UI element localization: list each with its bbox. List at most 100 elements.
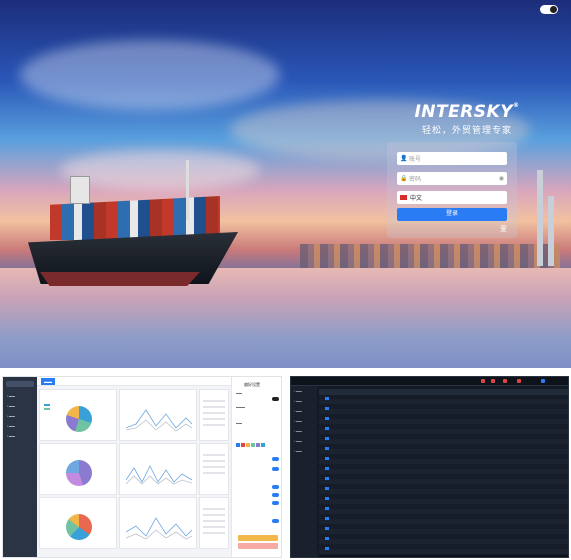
login-button[interactable]: 登录: [397, 208, 507, 221]
alert-badge: [503, 379, 507, 383]
drawer-primary-button: [238, 535, 278, 541]
list-row: [203, 532, 225, 534]
list-row: [203, 412, 225, 414]
login-form: 👤 账号 🔒 密码 ◉ 中文 登录: [387, 142, 517, 238]
legend-marker: [44, 404, 50, 406]
sky-cloud: [60, 150, 260, 190]
list-row: [203, 466, 225, 468]
page-root: INTERSKY® 轻松，外贸管理专家 👤 账号 🔒 密码 ◉ 中文 登录 爱: [0, 0, 571, 560]
brand-logo: INTERSKY®: [414, 102, 520, 122]
list-card: [199, 389, 229, 441]
sky-cloud: [20, 40, 280, 110]
side-label: 爱: [500, 226, 507, 233]
color-swatches: [236, 443, 265, 447]
ship-mast: [186, 160, 189, 220]
swatch: [261, 443, 265, 447]
list-row: [203, 454, 225, 456]
legend-marker: [44, 408, 50, 410]
list-card: [199, 497, 229, 549]
drawer-toggle: [272, 397, 279, 401]
list-row: [203, 520, 225, 522]
language-value: 中文: [410, 196, 423, 202]
line-card: [119, 497, 197, 549]
ship-hull-waterline: [40, 272, 200, 286]
sidebar-item: ▪ ▬▬: [294, 409, 302, 413]
sidebar-item: ▪ ▬▬: [7, 424, 15, 428]
login-hero: INTERSKY® 轻松，外贸管理专家 👤 账号 🔒 密码 ◉ 中文 登录 爱: [0, 0, 571, 368]
swatch: [246, 443, 250, 447]
sidebar-item: ▪ ▬▬: [294, 429, 302, 433]
line-chart: [126, 409, 192, 432]
preview-logo: [6, 381, 34, 387]
account-field[interactable]: 👤 账号: [397, 152, 507, 165]
list-row: [203, 460, 225, 462]
drawer-toggle: [272, 457, 279, 461]
list-row: [203, 526, 225, 528]
table-pager: [319, 555, 568, 557]
lock-icon: 🔒: [400, 175, 408, 182]
drawer-toggle: [272, 485, 279, 489]
pie-chart: [66, 514, 92, 540]
preview-dark-table: ▪ ▬▬ ▪ ▬▬ ▪ ▬▬ ▪ ▬▬ ▪ ▬▬ ▪ ▬▬ ▪ ▬▬: [290, 376, 569, 558]
port-crane: [548, 196, 554, 266]
sidebar-item: ▪ ▬▬: [294, 419, 302, 423]
list-row: [203, 418, 225, 420]
alert-badge: [517, 379, 521, 383]
ship-bridge: [70, 176, 90, 204]
port-background: [300, 244, 560, 268]
user-icon: 👤: [400, 155, 408, 162]
preview-tab: ▬▬: [41, 378, 55, 385]
sidebar-item: ▪ ▬▬: [294, 449, 302, 453]
brand-block: INTERSKY® 轻松，外贸管理专家: [412, 102, 522, 136]
sidebar-item: ▪ ▬▬: [7, 434, 15, 438]
flag-icon: [400, 195, 407, 200]
password-field[interactable]: 🔒 密码 ◉: [397, 172, 507, 185]
pie-card: [39, 497, 117, 549]
drawer-title: 偏好设置: [244, 382, 260, 387]
preview-dark-topbar: [291, 377, 568, 386]
drawer-row: ▬▬▬: [236, 405, 245, 409]
brand-slogan: 轻松，外贸管理专家: [421, 125, 512, 135]
line-card: [119, 389, 197, 441]
sidebar-item: ▪ ▬▬: [7, 404, 15, 408]
list-card: [199, 443, 229, 495]
pie-chart: [66, 460, 92, 486]
drawer-toggle: [272, 501, 279, 505]
language-select[interactable]: 中文: [397, 191, 507, 204]
drawer-row: ▬▬: [236, 421, 242, 425]
account-placeholder: 账号: [409, 157, 422, 163]
password-placeholder: 密码: [409, 177, 422, 183]
alert-badge: [491, 379, 495, 383]
sidebar-item: ▪ ▬▬: [7, 414, 15, 418]
line-chart: [126, 465, 192, 485]
port-crane: [537, 170, 543, 266]
theme-toggle-icon: [550, 6, 557, 13]
data-table: [319, 389, 568, 557]
sidebar-item: ▪ ▬▬: [294, 389, 302, 393]
pie-card: [39, 443, 117, 495]
table-header: [319, 389, 568, 395]
alert-badge: [541, 379, 545, 383]
drawer-secondary-button: [238, 543, 278, 549]
drawer-row: ▬▬: [236, 391, 242, 395]
theme-toggle[interactable]: [540, 5, 558, 14]
drawer-toggle: [272, 519, 279, 523]
list-row: [203, 514, 225, 516]
pie-card: [39, 389, 117, 441]
sidebar-item: ▪ ▬▬: [294, 399, 302, 403]
preview-light-dashboard: ▪ ▬▬ ▪ ▬▬ ▪ ▬▬ ▪ ▬▬ ▪ ▬▬ ▬▬ 偏好设置 ▬▬ ▬▬▬ …: [2, 376, 282, 558]
line-chart: [126, 517, 192, 540]
line-card: [119, 443, 197, 495]
swatch: [256, 443, 260, 447]
list-row: [203, 472, 225, 474]
preview-dark-sidebar: ▪ ▬▬ ▪ ▬▬ ▪ ▬▬ ▪ ▬▬ ▪ ▬▬ ▪ ▬▬ ▪ ▬▬: [291, 386, 317, 557]
sidebar-item: ▪ ▬▬: [7, 394, 15, 398]
swatch: [251, 443, 255, 447]
eye-icon[interactable]: ◉: [499, 175, 504, 182]
alert-badge: [481, 379, 485, 383]
brand-logo-text: INTERSKY: [414, 102, 514, 122]
settings-drawer: 偏好设置 ▬▬ ▬▬▬ ▬▬: [231, 377, 281, 557]
drawer-toggle: [272, 467, 279, 471]
list-row: [203, 400, 225, 402]
list-row: [203, 406, 225, 408]
